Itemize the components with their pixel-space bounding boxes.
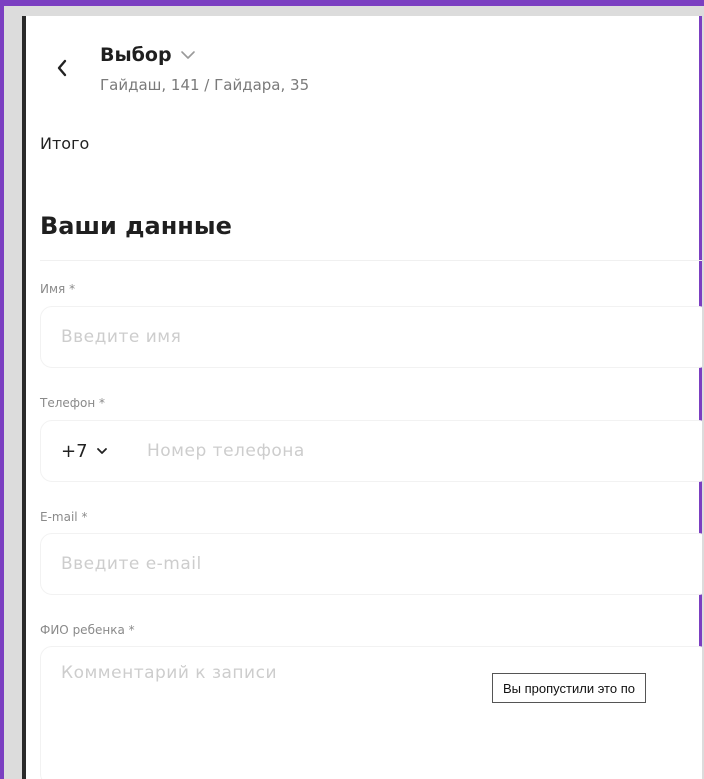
phone-input[interactable]	[147, 421, 587, 481]
email-input[interactable]	[61, 534, 581, 594]
header: Выбор Гайдаш, 141 / Гайдара, 35	[26, 38, 702, 108]
section-title: Ваши данные	[40, 212, 232, 240]
country-code-value: +7	[61, 440, 88, 462]
child-name-label: ФИО ребенка *	[40, 623, 135, 637]
email-field-box	[40, 533, 702, 595]
phone-label: Телефон *	[40, 396, 106, 410]
email-label: E-mail *	[40, 510, 88, 524]
booking-form-panel: Выбор Гайдаш, 141 / Гайдара, 35 Итого Ва…	[22, 16, 702, 779]
country-code-select[interactable]: +7	[61, 421, 108, 481]
name-field-box	[40, 306, 702, 368]
page-title: Выбор	[100, 44, 172, 66]
branch-address: Гайдаш, 141 / Гайдара, 35	[100, 76, 310, 94]
name-input[interactable]	[61, 307, 581, 367]
phone-field-box: +7	[40, 420, 702, 482]
chevron-down-icon	[96, 448, 107, 454]
chevron-left-icon	[57, 59, 67, 77]
name-label: Имя *	[40, 282, 76, 296]
child-name-field-box	[40, 646, 702, 779]
validation-tooltip: Вы пропустили это по	[492, 673, 646, 703]
branch-selector[interactable]: Выбор	[100, 44, 196, 66]
divider	[40, 260, 702, 261]
total-label: Итого	[40, 134, 90, 153]
chevron-down-icon	[180, 51, 195, 59]
back-button[interactable]	[52, 56, 72, 80]
window-frame: Выбор Гайдаш, 141 / Гайдара, 35 Итого Ва…	[4, 6, 704, 779]
